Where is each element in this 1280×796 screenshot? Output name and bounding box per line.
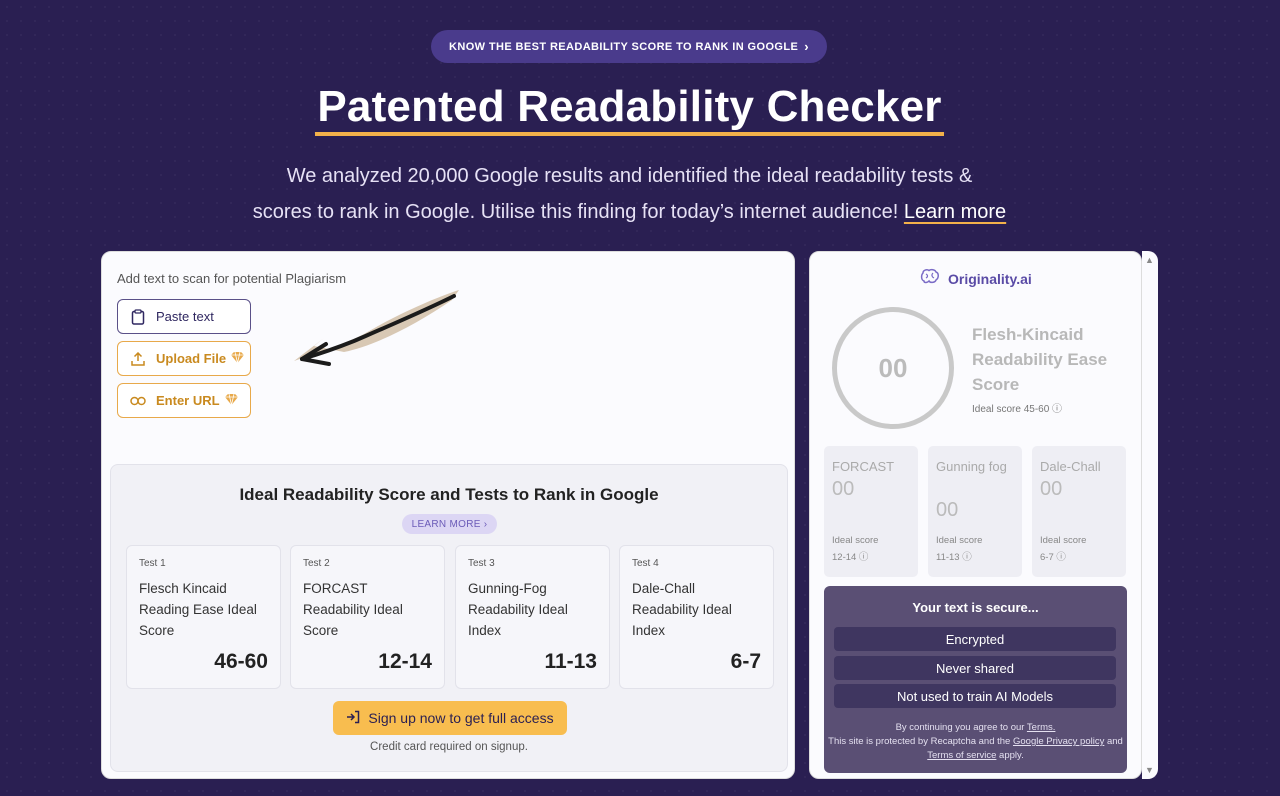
link-icon <box>128 396 148 406</box>
learn-more-button[interactable]: LEARN MORE › <box>402 514 497 534</box>
upload-icon <box>128 351 148 366</box>
score-gauge: 00 <box>832 307 954 429</box>
login-icon <box>346 710 360 727</box>
score-title: Flesh-Kincaid Readability Ease Score <box>972 325 1108 394</box>
page-title: Patented Readability Checker <box>0 82 1259 136</box>
signup-button[interactable]: Sign up now to get full access <box>333 701 567 735</box>
score-panel: Originality.ai 00 Flesh-Kincaid Readabil… <box>809 251 1142 779</box>
score-ideal: Ideal score 45-60 ⓘ <box>972 404 1063 415</box>
brain-icon <box>920 268 940 289</box>
security-item: Not used to train AI Models <box>834 684 1116 708</box>
ideal-section-title: Ideal Readability Score and Tests to Ran… <box>239 485 659 504</box>
credit-card-note: Credit card required on signup. <box>370 741 528 753</box>
security-item: Encrypted <box>834 627 1116 651</box>
upload-file-button[interactable]: Upload File <box>117 341 251 376</box>
scroll-up-icon[interactable]: ▲ <box>1145 255 1154 265</box>
diamond-icon <box>224 393 239 409</box>
brand-logo: Originality.ai <box>920 268 1032 289</box>
forcast-score-card: FORCAST 00 Ideal score 12-14 ⓘ <box>824 446 918 577</box>
hand-drawn-arrow-icon <box>284 286 464 376</box>
test-card: Test 2 FORCAST Readability Ideal Score 1… <box>290 545 445 689</box>
security-item: Never shared <box>834 656 1116 680</box>
security-title: Your text is secure... <box>912 600 1039 615</box>
test-card: Test 4 Dale-Chall Readability Ideal Inde… <box>619 545 774 689</box>
scan-label: Add text to scan for potential Plagiaris… <box>117 271 347 286</box>
ideal-readability-section: Ideal Readability Score and Tests to Ran… <box>110 464 788 772</box>
terms-link[interactable]: Terms. <box>1027 722 1056 733</box>
paste-text-button[interactable]: Paste text <box>117 299 251 334</box>
diamond-icon <box>230 351 245 367</box>
tos-link[interactable]: Terms of service <box>927 750 996 761</box>
clipboard-icon <box>128 308 148 325</box>
top-banner-pill[interactable]: KNOW THE BEST READABILITY SCORE TO RANK … <box>431 30 827 63</box>
gunning-fog-score-card: Gunning fog 00 Ideal score 11-13 ⓘ <box>928 446 1022 577</box>
top-banner-label: KNOW THE BEST READABILITY SCORE TO RANK … <box>449 40 799 53</box>
learn-more-link[interactable]: Learn more <box>904 201 1006 223</box>
security-box: Your text is secure... Encrypted Never s… <box>824 586 1127 773</box>
test-card: Test 3 Gunning-Fog Readability Ideal Ind… <box>455 545 610 689</box>
scroll-down-icon[interactable]: ▼ <box>1145 765 1154 775</box>
chevron-right-icon: › <box>804 39 809 54</box>
scrollbar[interactable]: ▲ ▼ <box>1142 251 1158 779</box>
hero-subtitle: We analyzed 20,000 Google results and id… <box>252 165 1007 223</box>
privacy-link[interactable]: Google Privacy policy <box>1013 736 1104 747</box>
dale-chall-score-card: Dale-Chall 00 Ideal score 6-7 ⓘ <box>1032 446 1126 577</box>
legal-note: By continuing you agree to our Terms. Th… <box>828 722 1123 761</box>
enter-url-button[interactable]: Enter URL <box>117 383 251 418</box>
test-card: Test 1 Flesch Kincaid Reading Ease Ideal… <box>126 545 281 689</box>
text-input-panel: Add text to scan for potential Plagiaris… <box>101 251 795 779</box>
